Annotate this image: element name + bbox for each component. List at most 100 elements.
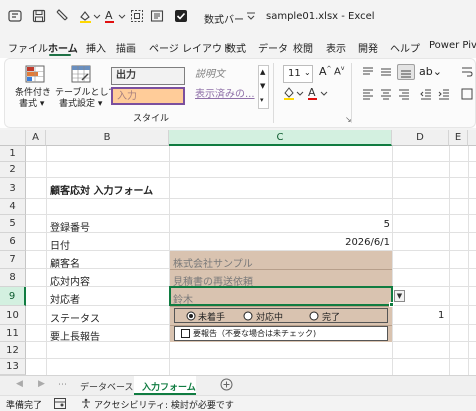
add-sheet-icon[interactable] (220, 378, 233, 394)
macro-record-icon[interactable] (54, 398, 66, 411)
customer-name-value[interactable]: 株式会社サンプル (173, 255, 253, 270)
row-header[interactable]: 1 (0, 146, 26, 162)
font-size-select[interactable]: 11 ⌄ (283, 65, 313, 83)
tab-page-layout[interactable]: ページ レイアウト (149, 40, 232, 55)
decrease-indent-icon[interactable] (419, 87, 433, 104)
tab-data[interactable]: データ (258, 40, 288, 55)
column-header-d[interactable]: D (392, 130, 449, 146)
radio-label-completed[interactable]: 完了 (322, 310, 340, 323)
row-header[interactable]: 2 (0, 162, 26, 178)
group-divider (273, 63, 274, 123)
tab-view[interactable]: 表示 (326, 40, 346, 55)
radio-unselected-icon[interactable] (243, 311, 253, 324)
style-explanation[interactable]: 説明文 (191, 67, 261, 85)
autosave-icon[interactable] (8, 9, 22, 23)
conditional-format-button[interactable]: 条件付き 書式 ▾ (13, 63, 53, 109)
style-followed-hyperlink[interactable]: 表示済みの... (191, 87, 261, 105)
increase-indent-icon[interactable] (437, 87, 451, 104)
next-sheet-icon[interactable]: ▶ (38, 379, 45, 389)
fill-color-button-icon[interactable] (283, 85, 305, 104)
active-cell-c9[interactable] (169, 286, 393, 306)
row-header[interactable]: 11 (0, 325, 26, 342)
tab-home[interactable]: ホーム (48, 40, 78, 55)
gallery-down-icon[interactable]: ▼ (260, 82, 265, 90)
save-icon[interactable] (32, 9, 46, 23)
merge-center-icon[interactable] (461, 87, 473, 104)
orientation-icon[interactable]: ab⌄ (419, 65, 442, 78)
radio-label-not-started[interactable]: 未着手 (198, 310, 225, 323)
gallery-up-icon[interactable]: ▲ (260, 68, 265, 76)
tab-formulas[interactable]: 数式 (226, 40, 246, 55)
accessibility-status[interactable]: アクセシビリティ: 検討が必要です (94, 398, 234, 411)
row-header[interactable]: 3 (0, 178, 26, 199)
align-middle-icon[interactable] (379, 65, 393, 82)
sheet-tab-database[interactable]: データベース (72, 376, 134, 395)
select-all-corner[interactable] (0, 130, 26, 146)
accessibility-icon[interactable] (80, 398, 92, 411)
align-center-icon[interactable] (379, 87, 393, 104)
align-left-icon[interactable] (361, 87, 375, 104)
document-title: sample01.xlsx - Excel (266, 11, 375, 22)
row-header-selected[interactable]: 9 (0, 287, 26, 306)
style-input[interactable]: 入力 (111, 87, 185, 105)
sheet-tab-bar: ◀ ▶ ⋯ データベース 入力フォーム (0, 375, 476, 395)
increase-font-icon[interactable]: A^ (319, 65, 332, 78)
worksheet-grid[interactable]: A B C D E 1 2 3 4 5 6 7 8 9 10 11 12 13 … (0, 130, 476, 375)
checkbox-icon[interactable] (181, 329, 190, 341)
tab-developer[interactable]: 開発 (358, 40, 378, 55)
row-header[interactable]: 4 (0, 199, 26, 215)
form-divider (170, 306, 392, 307)
responder-value[interactable]: 鈴木 (173, 291, 193, 306)
radio-unselected-icon[interactable] (309, 311, 319, 324)
column-header-e[interactable]: E (449, 130, 468, 146)
tab-insert[interactable]: 挿入 (86, 40, 106, 55)
column-header-c[interactable]: C (169, 130, 392, 146)
dropdown-arrow-icon[interactable]: ▼ (394, 290, 405, 302)
align-right-icon[interactable] (397, 87, 411, 104)
format-as-table-label-2: 書式設定 ▾ (59, 99, 103, 109)
align-top-icon[interactable] (361, 65, 375, 82)
wrap-text-icon[interactable] (461, 65, 473, 82)
row-header[interactable]: 8 (0, 269, 26, 287)
tab-review[interactable]: 校閲 (293, 40, 313, 55)
gallery-more-icon[interactable]: ▾ (260, 96, 264, 104)
decrease-font-icon[interactable]: Av (334, 65, 344, 77)
column-header-f[interactable] (468, 130, 476, 146)
radio-selected-icon[interactable] (186, 311, 196, 324)
row-header[interactable]: 5 (0, 215, 26, 233)
font-color-button-icon[interactable]: A (307, 85, 329, 104)
registration-number-value[interactable]: 5 (384, 219, 390, 230)
font-size-chevron-icon: ⌄ (304, 68, 311, 77)
fill-handle[interactable] (389, 302, 394, 307)
column-header-a[interactable]: A (26, 130, 46, 146)
font-color-icon[interactable]: A (104, 9, 128, 23)
more-sheets-icon[interactable]: ⋯ (58, 380, 67, 390)
column-header-b[interactable]: B (46, 130, 169, 146)
merge-icon[interactable] (150, 9, 164, 23)
qat-more-icon[interactable] (244, 9, 258, 23)
style-output[interactable]: 出力 (111, 67, 185, 85)
formula-bar-label: 数式バー (204, 15, 244, 26)
status-linked-value[interactable]: 1 (438, 310, 444, 321)
date-value[interactable]: 2026/6/1 (345, 237, 390, 248)
fill-color-icon[interactable] (78, 9, 102, 23)
sheet-tab-input-form[interactable]: 入力フォーム (134, 376, 196, 395)
align-bottom-icon[interactable] (397, 64, 415, 80)
tab-file[interactable]: ファイル (8, 40, 48, 55)
row-header[interactable]: 7 (0, 251, 26, 269)
tab-help[interactable]: ヘルプ (390, 40, 420, 55)
row-header[interactable]: 13 (0, 359, 26, 375)
row-header[interactable]: 10 (0, 306, 26, 325)
formula-bar-checkbox-icon[interactable] (174, 9, 188, 23)
format-as-table-button[interactable]: テーブルとして 書式設定 ▾ (55, 63, 117, 109)
prev-sheet-icon[interactable]: ◀ (16, 379, 23, 389)
tab-draw[interactable]: 描画 (116, 40, 136, 55)
radio-label-in-progress[interactable]: 対応中 (256, 310, 283, 323)
report-checkbox-label[interactable]: 要報告（不要な場合は未チェック) (193, 328, 316, 339)
row-header[interactable]: 12 (0, 342, 26, 359)
tab-power-pivot[interactable]: Power Pivot (429, 40, 476, 51)
format-painter-icon[interactable] (55, 9, 69, 23)
gallery-scroll[interactable]: ▲ ▼ ▾ (258, 65, 269, 109)
borders-icon[interactable] (130, 9, 144, 23)
row-header[interactable]: 6 (0, 233, 26, 251)
